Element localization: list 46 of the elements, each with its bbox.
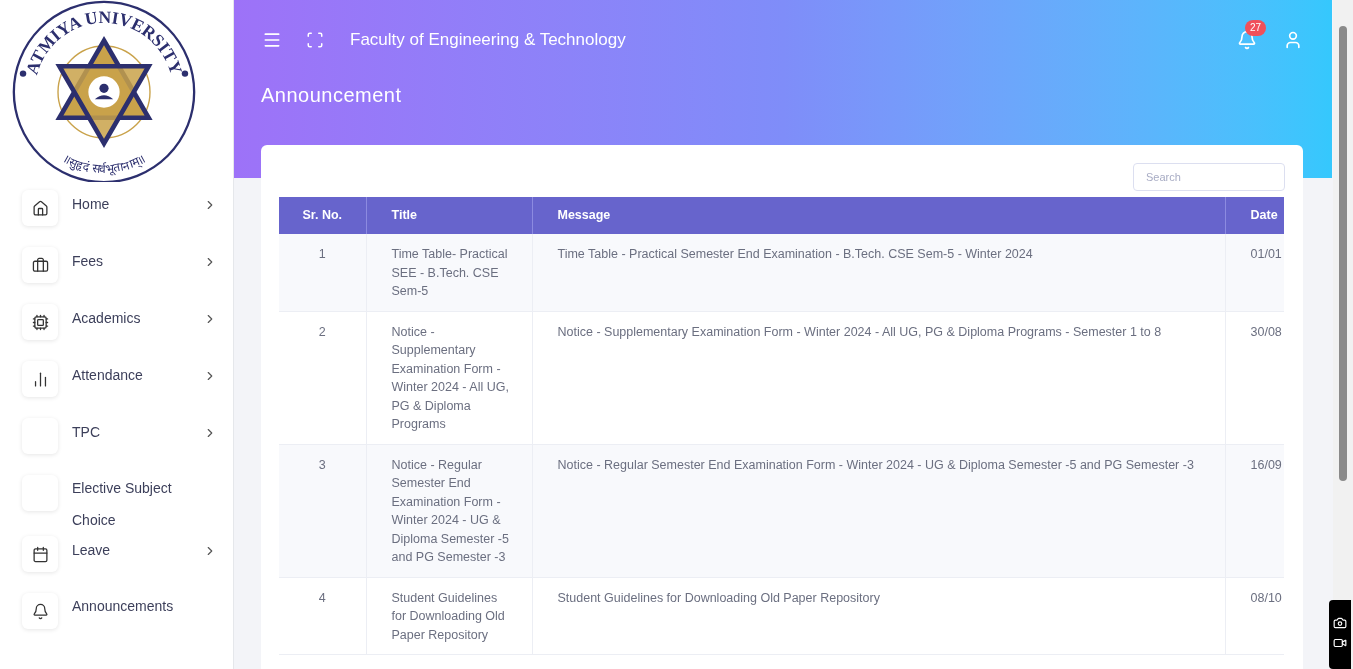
sidebar-item[interactable]: Leave: [22, 536, 217, 593]
sidebar-label: Home: [72, 195, 111, 214]
table-cell: Time Table- Practical SEE - B.Tech. CSE Sem-5: [366, 234, 532, 311]
bell-icon: [31, 602, 49, 620]
sidebar-label: Academics: [72, 309, 142, 328]
table-cell: 3: [279, 444, 366, 577]
table-cell: Student Guidelines for Downloading Old Paper Repository: [532, 577, 1225, 655]
sidebar-item[interactable]: Fees: [22, 247, 217, 304]
table-cell: 01/01: [1225, 234, 1284, 311]
page-title: Announcement: [260, 83, 403, 108]
sidebar-label: Leave: [72, 541, 112, 560]
sidebar-item[interactable]: Academics: [22, 304, 217, 361]
sidebar-label: Announcements: [72, 597, 175, 616]
sidebar-label: Attendance: [72, 366, 144, 385]
table-cell: 16/09: [1225, 444, 1284, 577]
table-cell: 30/08: [1225, 311, 1284, 444]
home-icon: [31, 199, 49, 217]
sidebar-item[interactable]: Announcements: [22, 593, 217, 650]
sidebar-label: Elective Subject Choice: [72, 479, 173, 530]
table-cell: Notice - Regular Semester End Examination Form - Winter 2024 - UG & Diploma Semester -5 and PG Semester -3: [366, 444, 532, 577]
video-icon[interactable]: [1333, 636, 1347, 650]
table-cell: Notice - Supplementary Examination Form - Winter 2024 - All UG, PG & Diploma Programs: [366, 311, 532, 444]
sidebar-item[interactable]: Home: [22, 190, 217, 247]
briefcase-icon: [31, 256, 49, 274]
table-cell: 1: [279, 234, 366, 311]
user-icon[interactable]: [1283, 30, 1303, 50]
sidebar-item[interactable]: Elective Subject Choice: [22, 475, 217, 536]
sidebar-label: Fees: [72, 252, 105, 271]
table-cell: 08/10: [1225, 577, 1284, 655]
table-cell: Notice - Supplementary Examination Form - Winter 2024 - All UG, PG & Diploma Programs - Semester 1 to 8: [532, 311, 1225, 444]
search-field[interactable]: Search: [1133, 163, 1285, 191]
sidebar-label: TPC: [72, 423, 101, 442]
chip-icon: [31, 313, 49, 331]
notification-bell-icon[interactable]: [1237, 30, 1257, 50]
calendar-icon: [31, 545, 49, 563]
table-cell: Time Table - Practical Semester End Examination - B.Tech. CSE Sem-5 - Winter 2024: [532, 234, 1225, 311]
menu-icon[interactable]: [262, 30, 282, 50]
table-cell: 2: [279, 311, 366, 444]
table-cell: Notice - Regular Semester End Examination Form - Winter 2024 - UG & Diploma Semester -5 and PG Semester -3: [532, 444, 1225, 577]
fullscreen-icon[interactable]: [306, 31, 324, 49]
camera-icon[interactable]: [1333, 616, 1347, 630]
faculty-title: Faculty of Engineering & Technology: [350, 29, 626, 52]
table-cell: Student Guidelines for Downloading Old Paper Repository: [366, 577, 532, 655]
sidebar-item[interactable]: Attendance: [22, 361, 217, 418]
sidebar-item[interactable]: TPC: [22, 418, 217, 475]
table-cell: 4: [279, 577, 366, 655]
